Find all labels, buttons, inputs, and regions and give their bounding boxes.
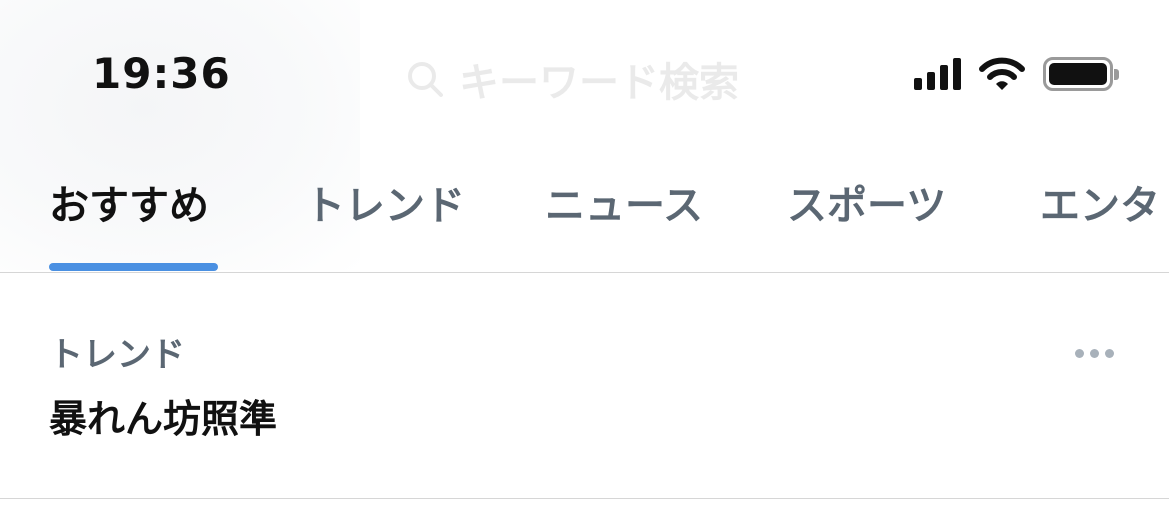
tab-recommended[interactable]: おすすめ — [49, 178, 209, 234]
tab-bar: おすすめ トレンド ニュース スポーツ エンタ — [0, 178, 1169, 273]
tab-trend[interactable]: トレンド — [305, 178, 465, 234]
wifi-icon — [979, 57, 1025, 90]
active-tab-indicator — [49, 263, 218, 271]
search-bar[interactable]: キーワード検索 — [405, 50, 739, 108]
trend-title: 暴れん坊照準 — [49, 397, 278, 441]
trend-item[interactable]: トレンド 暴れん坊照準 — [0, 273, 1169, 499]
status-time: 19:36 — [92, 49, 231, 98]
explore-screen: 19:36 キーワード検索 おすすめ トレンド ニュース スポーツ エンタ トレ… — [0, 0, 1169, 522]
cellular-signal-icon — [914, 58, 961, 90]
tab-entertainment[interactable]: エンタ — [1040, 178, 1160, 234]
tab-news[interactable]: ニュース — [545, 178, 703, 234]
search-icon — [408, 62, 443, 97]
more-options-icon[interactable] — [1075, 349, 1114, 358]
tab-sports[interactable]: スポーツ — [787, 178, 946, 234]
battery-icon — [1043, 57, 1119, 91]
trend-category: トレンド — [49, 335, 185, 375]
search-placeholder: キーワード検索 — [459, 60, 739, 106]
status-icons — [914, 54, 1119, 94]
